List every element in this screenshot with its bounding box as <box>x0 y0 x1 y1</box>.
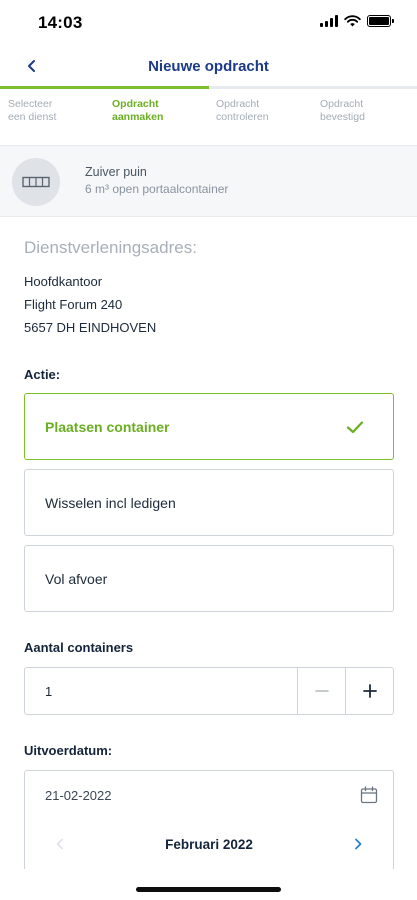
page-title: Nieuwe opdracht <box>148 58 269 75</box>
increment-button[interactable] <box>345 668 393 714</box>
product-summary: Zuiver puin 6 m³ open portaalcontainer <box>0 146 417 216</box>
product-name: Zuiver puin <box>85 165 147 179</box>
divider <box>0 216 417 217</box>
date-value: 21-02-2022 <box>45 788 112 803</box>
progress-bar <box>0 86 417 89</box>
wifi-icon <box>344 15 361 27</box>
action-option-full-removal[interactable]: Vol afvoer <box>24 545 394 612</box>
address-line: Flight Forum 240 <box>24 297 123 312</box>
nav-bar: Nieuwe opdracht <box>0 46 417 86</box>
step-line1: Opdracht <box>320 98 364 110</box>
status-time: 14:03 <box>38 13 83 32</box>
calendar-icon[interactable] <box>359 785 379 805</box>
battery-icon <box>367 15 394 27</box>
cellular-signal-icon <box>320 15 338 27</box>
address-heading: Dienstverleningsadres: <box>24 238 197 257</box>
checkmark-icon <box>346 421 364 434</box>
execution-date-label: Uitvoerdatum: <box>24 743 113 758</box>
step-create-order: Opdracht aanmaken <box>112 98 163 124</box>
action-label: Actie: <box>24 367 61 382</box>
chevron-right-icon[interactable] <box>351 837 365 851</box>
date-field[interactable]: 21-02-2022 <box>24 770 394 820</box>
status-icons <box>320 15 394 27</box>
step-select-service: Selecteer een dienst <box>8 98 56 124</box>
step-line2: bevestigd <box>320 111 365 123</box>
option-label: Plaatsen container <box>45 419 170 435</box>
step-line1: Opdracht <box>216 98 260 110</box>
quantity-input[interactable]: 1 <box>45 684 52 699</box>
containers-label: Aantal containers <box>24 640 134 655</box>
progress-fill <box>0 86 209 89</box>
step-review-order: Opdracht controleren <box>216 98 269 124</box>
option-label: Wisselen incl ledigen <box>45 495 176 511</box>
status-bar: 14:03 <box>0 0 417 46</box>
minus-icon <box>314 690 329 692</box>
quantity-stepper: 1 <box>24 667 394 715</box>
step-line1: Selecteer <box>8 98 53 110</box>
address-line: Hoofdkantoor <box>24 274 103 289</box>
step-line2: een dienst <box>8 111 57 123</box>
product-description: 6 m³ open portaalcontainer <box>85 182 229 196</box>
home-indicator <box>136 887 281 892</box>
decrement-button[interactable] <box>297 668 345 714</box>
calendar-month: Februari 2022 <box>165 837 253 852</box>
step-order-confirmed: Opdracht bevestigd <box>320 98 365 124</box>
option-label: Vol afvoer <box>45 571 108 587</box>
step-line2: aanmaken <box>112 111 164 123</box>
action-option-exchange-empty[interactable]: Wisselen incl ledigen <box>24 469 394 536</box>
container-icon <box>12 158 60 206</box>
plus-icon <box>362 684 377 698</box>
action-option-place-container[interactable]: Plaatsen container <box>24 393 394 460</box>
step-line1: Opdracht <box>112 98 159 110</box>
address-line: 5657 DH EINDHOVEN <box>24 320 157 335</box>
date-picker-calendar: Februari 2022 <box>24 819 394 869</box>
step-line2: controleren <box>216 111 269 123</box>
step-indicator: Selecteer een dienst Opdracht aanmaken O… <box>0 98 417 138</box>
